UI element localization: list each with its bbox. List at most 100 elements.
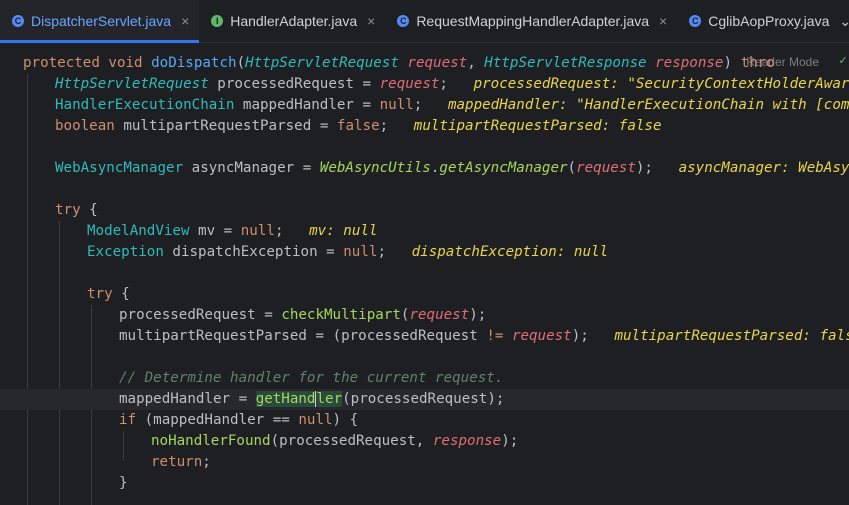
- inline-debug-value: multipartRequestParsed: false: [614, 328, 849, 344]
- code-token: );: [635, 160, 679, 176]
- code-line: protected void doDispatch(HttpServletReq…: [0, 53, 849, 74]
- code-token: null: [298, 412, 333, 428]
- code-comment: // Determine handler for the current req…: [0, 368, 849, 389]
- code-token: =: [362, 76, 380, 92]
- code-line: HandlerExecutionChain mappedHandler = nu…: [0, 95, 849, 116]
- code-token: thro: [740, 55, 775, 71]
- code-token: ): [723, 55, 741, 71]
- code-token: void: [108, 55, 152, 71]
- tab-requestmappinghandleradapter[interactable]: C RequestMappingHandlerAdapter.java ×: [385, 0, 677, 42]
- code-token: (: [567, 160, 577, 176]
- tab-handleradapter[interactable]: I HandlerAdapter.java ×: [199, 0, 385, 42]
- code-token: return: [151, 454, 203, 470]
- code-token: ,: [467, 55, 485, 71]
- code-token: HttpServletRequest: [55, 76, 218, 92]
- code-token: Exception: [87, 244, 173, 260]
- code-token: ModelAndView: [87, 223, 199, 239]
- code-token: ler: [316, 391, 343, 407]
- code-token: HttpServletResponse: [484, 55, 656, 71]
- code-token: null: [343, 244, 378, 260]
- code-token: getAsyncManager: [439, 160, 568, 176]
- inline-debug-value: dispatchException: null: [411, 244, 609, 260]
- code-token: (: [236, 55, 246, 71]
- code-line: try {: [0, 200, 849, 221]
- code-token: null: [240, 223, 275, 239]
- code-token: =: [362, 97, 380, 113]
- code-token: try: [55, 202, 90, 218]
- code-token: mappedHandler: [242, 97, 363, 113]
- inline-debug-value: multipartRequestParsed: false: [413, 118, 662, 134]
- tab-cglibaopproxy[interactable]: C CglibAopProxy.java: [677, 0, 839, 42]
- code-token: mv: [198, 223, 224, 239]
- code-token: (mappedHandler: [144, 412, 273, 428]
- code-token: (processedRequest);: [342, 391, 505, 407]
- code-token: =: [238, 391, 256, 407]
- code-token: !=: [486, 328, 512, 344]
- code-line: if (mappedHandler == null) {: [0, 410, 849, 431]
- inline-debug-value: mv: null: [309, 223, 378, 239]
- tab-label: HandlerAdapter.java: [230, 13, 358, 29]
- code-editor[interactable]: Reader Mode ✓ protected void doDispatch(…: [0, 42, 849, 505]
- close-icon[interactable]: ×: [181, 13, 189, 29]
- code-line: noHandlerFound(processedRequest, respons…: [0, 431, 849, 452]
- code-token: processedRequest: [217, 76, 363, 92]
- code-token: =: [326, 244, 344, 260]
- close-icon[interactable]: ×: [659, 13, 667, 29]
- code-token: (processedRequest: [332, 328, 487, 344]
- code-line: WebAsyncManager asyncManager = WebAsyncU…: [0, 158, 849, 179]
- class-icon: C: [397, 15, 410, 27]
- code-token: noHandlerFound: [151, 433, 271, 449]
- code-token: multipartRequestParsed: [119, 328, 316, 344]
- code-token: null: [379, 97, 414, 113]
- code-token: boolean: [55, 118, 124, 134]
- code-token: ;: [413, 97, 448, 113]
- code-token: dispatchException: [172, 244, 327, 260]
- code-token: processedRequest: [119, 307, 265, 323]
- code-token: multipartRequestParsed: [123, 118, 320, 134]
- tab-label: DispatcherServlet.java: [31, 13, 172, 29]
- code-token: =: [223, 223, 241, 239]
- code-token: ) {: [332, 412, 359, 428]
- code-token: ;: [379, 118, 414, 134]
- code-token: // Determine handler for the current req…: [119, 370, 504, 386]
- class-icon: C: [12, 15, 24, 27]
- code-token: asyncManager: [191, 160, 303, 176]
- code-token: if: [119, 412, 145, 428]
- code-token: }: [119, 475, 128, 491]
- code-line: processedRequest = checkMultipart(reques…: [0, 305, 849, 326]
- code-line: multipartRequestParsed = (processedReque…: [0, 326, 849, 347]
- chevron-down-icon[interactable]: ⌄: [839, 0, 849, 42]
- inline-debug-value: processedRequest: "SecurityContextHolder…: [473, 76, 849, 92]
- code-token: false: [336, 118, 380, 134]
- code-token: ==: [272, 412, 299, 428]
- code-token: protected: [23, 55, 109, 71]
- code-token: );: [501, 433, 519, 449]
- code-token: );: [469, 307, 487, 323]
- code-line: ModelAndView mv = null; mv: null: [0, 221, 849, 242]
- code-token: (processedRequest,: [270, 433, 433, 449]
- code-token: {: [89, 202, 98, 218]
- code-token: getHand: [255, 391, 316, 407]
- code-line: try {: [0, 284, 849, 305]
- code-token: =: [319, 118, 337, 134]
- tab-label: CglibAopProxy.java: [708, 13, 830, 29]
- code-token: =: [264, 307, 282, 323]
- code-token: ;: [377, 244, 412, 260]
- code-line: return;: [0, 452, 849, 473]
- code-token: WebAsyncUtils: [319, 160, 431, 176]
- code-line: Exception dispatchException = null; disp…: [0, 242, 849, 263]
- code-token: response: [432, 433, 502, 449]
- tab-dispatcherservlet[interactable]: C DispatcherServlet.java ×: [0, 0, 200, 43]
- code-token: try: [87, 286, 122, 302]
- inline-debug-value: asyncManager: WebAsyncManag: [678, 160, 849, 176]
- code-line: HttpServletRequest processedRequest = re…: [0, 74, 849, 95]
- code-token: ;: [202, 454, 211, 470]
- code-token: {: [121, 286, 130, 302]
- code-token: HandlerExecutionChain: [55, 97, 243, 113]
- code-token: request: [409, 307, 470, 323]
- code-token: HttpServletRequest: [245, 55, 408, 71]
- code-token: );: [571, 328, 615, 344]
- close-icon[interactable]: ×: [367, 13, 375, 29]
- code-token: doDispatch: [151, 55, 237, 71]
- code-token: ;: [274, 223, 310, 239]
